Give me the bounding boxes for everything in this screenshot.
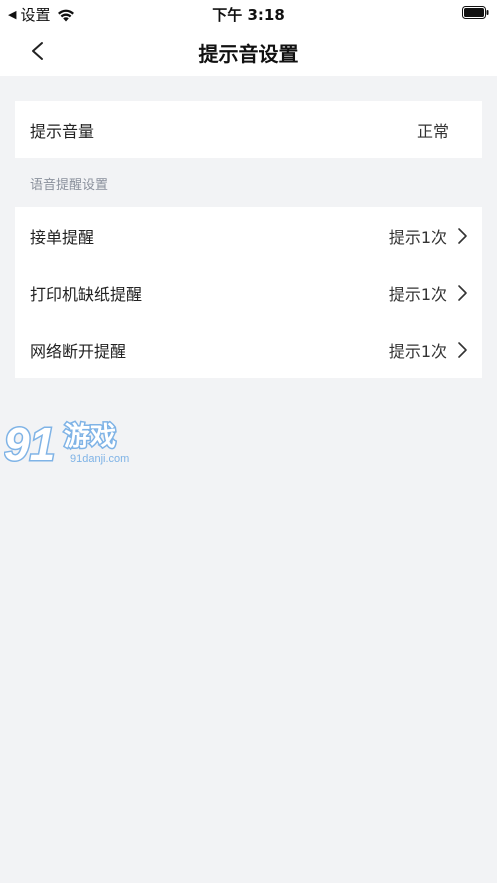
- network-disconnect-reminder-value: 提示1次: [388, 341, 447, 361]
- watermark-site: 91danji.com: [70, 453, 129, 465]
- network-disconnect-reminder-row[interactable]: 网络断开提醒 提示1次: [15, 321, 482, 378]
- voice-reminder-section-label: 语音提醒设置: [30, 178, 109, 193]
- volume-row[interactable]: 提示音量 正常: [15, 101, 482, 158]
- printer-paper-reminder-row[interactable]: 打印机缺纸提醒 提示1次: [15, 264, 482, 321]
- navigation-bar: 提示音设置: [0, 26, 497, 76]
- printer-paper-reminder-value: 提示1次: [388, 284, 447, 304]
- page-title: 提示音设置: [198, 42, 299, 66]
- order-reminder-label: 接单提醒: [30, 227, 95, 247]
- battery-icon: [462, 6, 489, 19]
- order-reminder-row[interactable]: 接单提醒 提示1次: [15, 207, 482, 264]
- printer-paper-reminder-label: 打印机缺纸提醒: [30, 284, 143, 304]
- chevron-right-icon: [458, 227, 467, 244]
- status-time: 下午 3:18: [212, 6, 285, 24]
- 91danji-watermark-logo: 91 游戏 91danji.com: [4, 417, 129, 469]
- watermark-brand: 游戏: [64, 422, 116, 452]
- status-bar: ◀ 设置 下午 3:18: [0, 0, 497, 26]
- volume-value: 正常: [416, 121, 449, 141]
- reminder-settings-card: 接单提醒 提示1次 打印机缺纸提醒 提示1次 网络断开提醒 提示1次: [15, 207, 482, 378]
- chevron-right-icon: [458, 341, 467, 358]
- volume-card: 提示音量 正常: [15, 101, 482, 158]
- watermark-number: 91: [4, 418, 55, 468]
- network-disconnect-reminder-label: 网络断开提醒: [30, 341, 127, 361]
- order-reminder-value: 提示1次: [388, 227, 447, 247]
- chevron-right-icon: [458, 284, 467, 301]
- volume-label: 提示音量: [30, 121, 95, 141]
